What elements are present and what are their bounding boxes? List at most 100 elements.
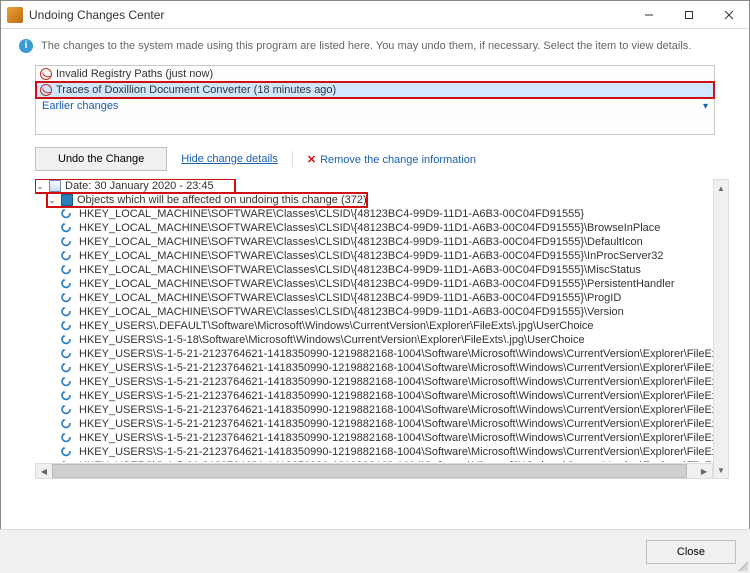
registry-path: HKEY_USERS\S-1-5-21-2123764621-141835099… (79, 404, 713, 416)
registry-path: HKEY_LOCAL_MACHINE\SOFTWARE\Classes\CLSI… (79, 278, 674, 290)
change-label: Traces of Doxillion Document Converter (… (56, 84, 336, 96)
undo-arrow-icon (61, 292, 73, 304)
remove-x-icon: ✕ (307, 154, 316, 166)
info-text: The changes to the system made using thi… (41, 40, 691, 52)
registry-item[interactable]: HKEY_LOCAL_MACHINE\SOFTWARE\Classes\CLSI… (35, 221, 713, 235)
remove-change-info-link[interactable]: ✕ Remove the change information (307, 153, 476, 166)
registry-path: HKEY_USERS\S-1-5-21-2123764621-141835099… (79, 348, 713, 360)
registry-item[interactable]: HKEY_USERS\S-1-5-21-2123764621-141835099… (35, 417, 713, 431)
undo-arrow-icon (61, 236, 73, 248)
remove-label: Remove the change information (320, 154, 476, 166)
undo-arrow-icon (61, 348, 73, 360)
maximize-button[interactable] (669, 1, 709, 28)
undo-arrow-icon (61, 306, 73, 318)
registry-list: HKEY_LOCAL_MACHINE\SOFTWARE\Classes\CLSI… (35, 207, 713, 463)
undo-arrow-icon (61, 334, 73, 346)
registry-path: HKEY_USERS\S-1-5-21-2123764621-141835099… (79, 362, 713, 374)
undo-arrow-icon (61, 250, 73, 262)
registry-item[interactable]: HKEY_LOCAL_MACHINE\SOFTWARE\Classes\CLSI… (35, 235, 713, 249)
undo-arrow-icon (61, 376, 73, 388)
registry-path: HKEY_LOCAL_MACHINE\SOFTWARE\Classes\CLSI… (79, 292, 621, 304)
registry-item[interactable]: HKEY_USERS\S-1-5-18\Software\Microsoft\W… (35, 333, 713, 347)
registry-path: HKEY_USERS\S-1-5-21-2123764621-141835099… (79, 446, 713, 458)
registry-item[interactable]: HKEY_LOCAL_MACHINE\SOFTWARE\Classes\CLSI… (35, 207, 713, 221)
registry-item[interactable]: HKEY_LOCAL_MACHINE\SOFTWARE\Classes\CLSI… (35, 249, 713, 263)
undo-arrow-icon (61, 278, 73, 290)
details-panel: ⌄ Date: 30 January 2020 - 23:45 ⌄ Object… (35, 179, 729, 479)
registry-path: HKEY_LOCAL_MACHINE\SOFTWARE\Classes\CLSI… (79, 264, 641, 276)
undo-arrow-icon (61, 418, 73, 430)
info-row: i The changes to the system made using t… (1, 29, 749, 59)
registry-item[interactable]: HKEY_LOCAL_MACHINE\SOFTWARE\Classes\CLSI… (35, 291, 713, 305)
undo-icon (40, 84, 52, 96)
scroll-up-button[interactable]: ▲ (714, 180, 728, 196)
details-body: ⌄ Date: 30 January 2020 - 23:45 ⌄ Object… (35, 179, 713, 463)
earlier-changes-toggle[interactable]: Earlier changes ▾ (36, 98, 714, 114)
changes-panel: Invalid Registry Paths (just now) Traces… (35, 65, 715, 135)
undo-arrow-icon (61, 404, 73, 416)
hide-details-link[interactable]: Hide change details (181, 153, 278, 165)
info-icon: i (19, 39, 33, 53)
undo-icon (40, 68, 52, 80)
registry-item[interactable]: HKEY_USERS\S-1-5-21-2123764621-141835099… (35, 375, 713, 389)
scroll-down-button[interactable]: ▼ (714, 462, 728, 478)
change-item-invalid-registry[interactable]: Invalid Registry Paths (just now) (36, 66, 714, 82)
registry-item[interactable]: HKEY_USERS\S-1-5-21-2123764621-141835099… (35, 361, 713, 375)
registry-item[interactable]: HKEY_USERS\.DEFAULT\Software\Microsoft\W… (35, 319, 713, 333)
horizontal-scrollbar[interactable]: ◀ ▶ (35, 463, 713, 479)
change-item-doxillion[interactable]: Traces of Doxillion Document Converter (… (36, 82, 714, 98)
registry-path: HKEY_USERS\S-1-5-21-2123764621-141835099… (79, 432, 713, 444)
objects-header-text: Objects which will be affected on undoin… (77, 194, 367, 206)
undo-arrow-icon (61, 446, 73, 458)
registry-path: HKEY_LOCAL_MACHINE\SOFTWARE\Classes\CLSI… (79, 250, 663, 262)
registry-path: HKEY_LOCAL_MACHINE\SOFTWARE\Classes\CLSI… (79, 236, 643, 248)
undo-arrow-icon (61, 208, 73, 220)
calendar-icon (49, 180, 61, 192)
earlier-label: Earlier changes (42, 100, 118, 112)
close-window-button[interactable] (709, 1, 749, 28)
objects-section-header[interactable]: ⌄ Objects which will be affected on undo… (47, 193, 367, 207)
registry-path: HKEY_USERS\.DEFAULT\Software\Microsoft\W… (79, 320, 594, 332)
undo-arrow-icon (61, 264, 73, 276)
objects-icon (61, 194, 73, 206)
undo-arrow-icon (61, 320, 73, 332)
window-controls (629, 1, 749, 28)
undo-arrow-icon (61, 432, 73, 444)
registry-path: HKEY_USERS\S-1-5-21-2123764621-141835099… (79, 418, 713, 430)
registry-item[interactable]: HKEY_USERS\S-1-5-21-2123764621-141835099… (35, 403, 713, 417)
chevron-down-icon: ▾ (703, 101, 708, 112)
scroll-left-button[interactable]: ◀ (36, 464, 52, 478)
registry-path: HKEY_LOCAL_MACHINE\SOFTWARE\Classes\CLSI… (79, 222, 660, 234)
app-icon (7, 7, 23, 23)
chevron-down-icon: ⌄ (47, 195, 57, 206)
registry-item[interactable]: HKEY_LOCAL_MACHINE\SOFTWARE\Classes\CLSI… (35, 263, 713, 277)
registry-item[interactable]: HKEY_LOCAL_MACHINE\SOFTWARE\Classes\CLSI… (35, 277, 713, 291)
action-row: Undo the Change Hide change details ✕ Rem… (1, 145, 749, 179)
date-section-header[interactable]: ⌄ Date: 30 January 2020 - 23:45 (35, 179, 235, 193)
vertical-scrollbar[interactable]: ▲ ▼ (713, 179, 729, 479)
scroll-thumb[interactable] (52, 464, 687, 478)
close-button[interactable]: Close (646, 540, 736, 564)
window-title: Undoing Changes Center (29, 8, 629, 22)
change-label: Invalid Registry Paths (just now) (56, 68, 213, 80)
title-bar: Undoing Changes Center (1, 1, 749, 29)
undo-arrow-icon (61, 390, 73, 402)
registry-path: HKEY_USERS\S-1-5-21-2123764621-141835099… (79, 390, 713, 402)
undo-arrow-icon (61, 222, 73, 234)
date-header-text: Date: 30 January 2020 - 23:45 (65, 180, 214, 192)
scroll-right-button[interactable]: ▶ (696, 464, 712, 478)
registry-path: HKEY_LOCAL_MACHINE\SOFTWARE\Classes\CLSI… (79, 306, 624, 318)
registry-item[interactable]: HKEY_USERS\S-1-5-21-2123764621-141835099… (35, 445, 713, 459)
minimize-button[interactable] (629, 1, 669, 28)
divider (292, 151, 293, 167)
registry-item[interactable]: HKEY_LOCAL_MACHINE\SOFTWARE\Classes\CLSI… (35, 305, 713, 319)
chevron-down-icon: ⌄ (35, 181, 45, 192)
registry-item[interactable]: HKEY_USERS\S-1-5-21-2123764621-141835099… (35, 347, 713, 361)
registry-item[interactable]: HKEY_USERS\S-1-5-21-2123764621-141835099… (35, 431, 713, 445)
footer-bar: Close (0, 529, 750, 573)
registry-item[interactable]: HKEY_USERS\S-1-5-21-2123764621-141835099… (35, 389, 713, 403)
resize-grip[interactable] (736, 559, 748, 571)
registry-path: HKEY_USERS\S-1-5-21-2123764621-141835099… (79, 376, 713, 388)
registry-path: HKEY_LOCAL_MACHINE\SOFTWARE\Classes\CLSI… (79, 208, 584, 220)
undo-change-button[interactable]: Undo the Change (35, 147, 167, 171)
